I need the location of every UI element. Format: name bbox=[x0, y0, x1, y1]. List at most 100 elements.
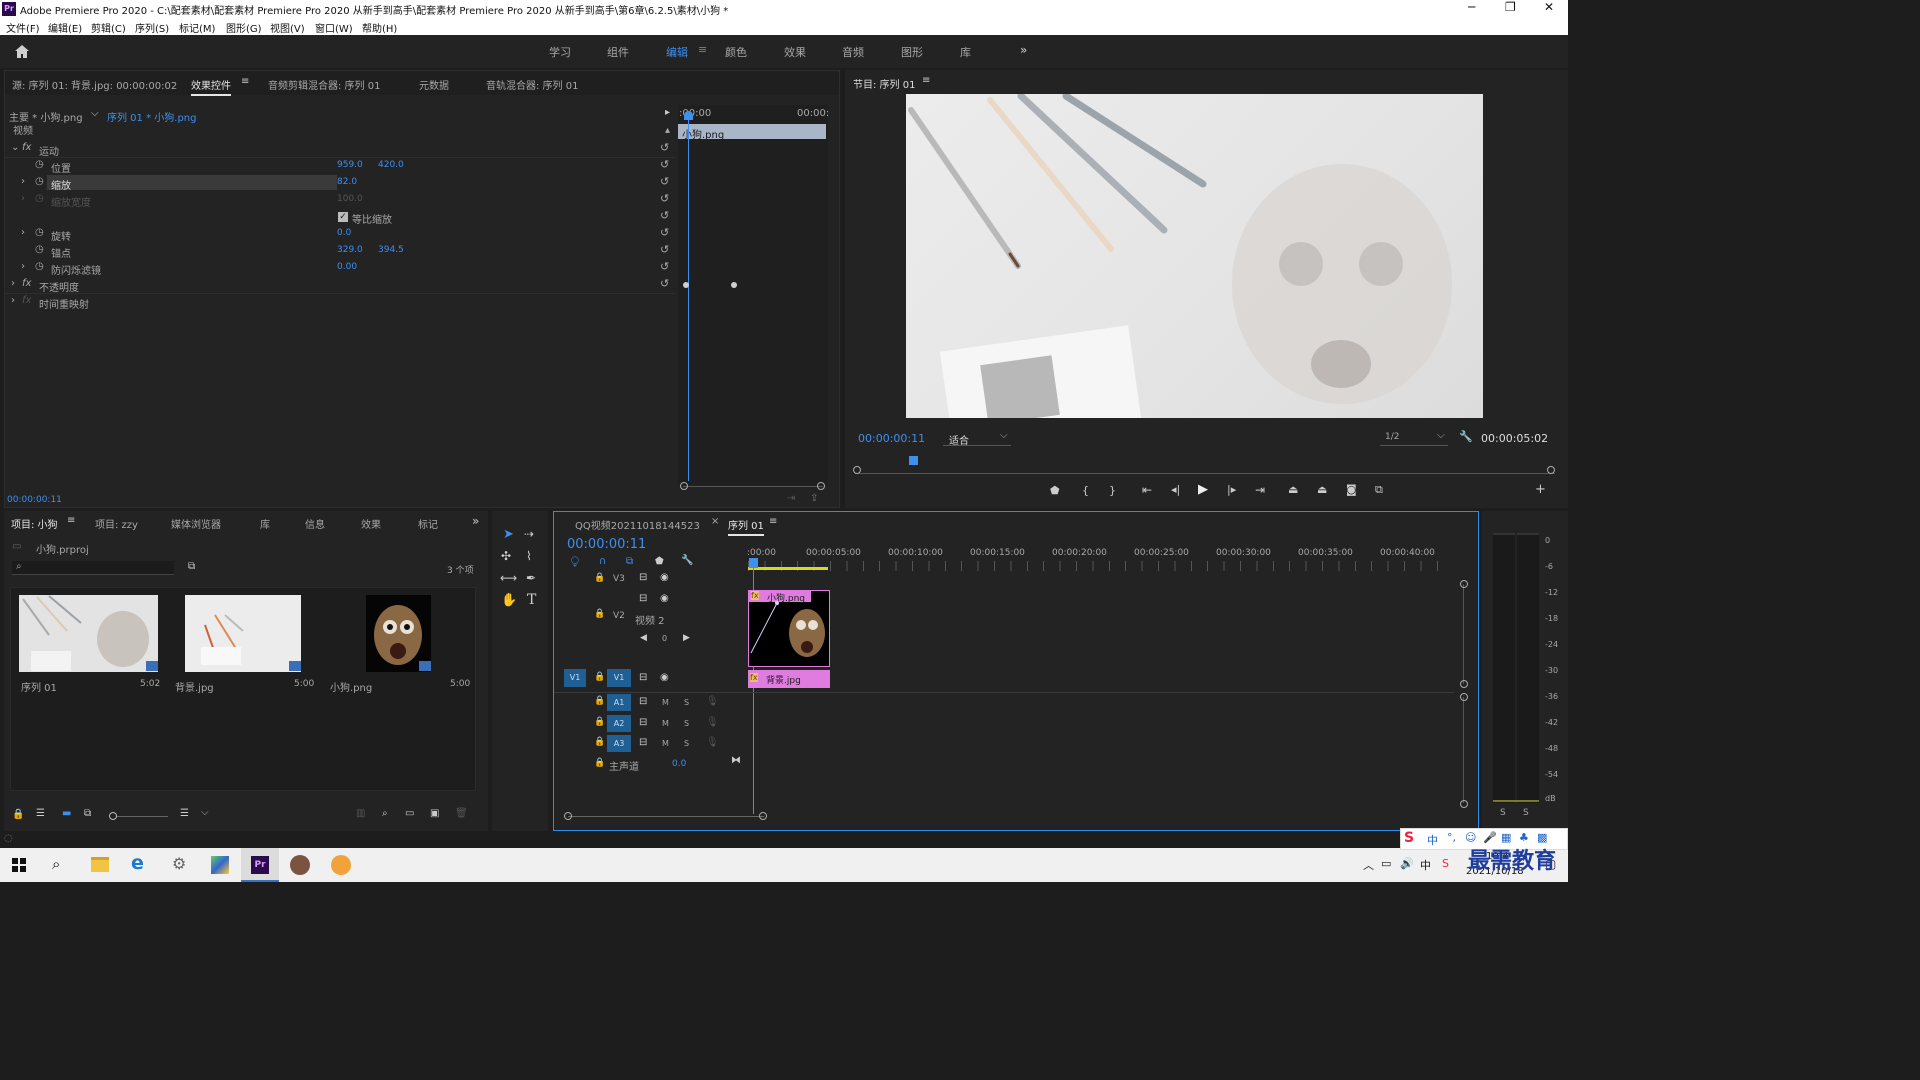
sync-lock-icon[interactable]: ⊟ bbox=[639, 696, 647, 707]
anchor-x-value[interactable]: 329.0 bbox=[337, 245, 363, 255]
eye-icon[interactable]: ◉ bbox=[660, 672, 669, 683]
source-patch-v1[interactable]: V1 bbox=[564, 669, 586, 687]
lift-icon[interactable]: ⏏ bbox=[1288, 483, 1298, 496]
tab-menu-icon[interactable]: ≡ bbox=[769, 516, 777, 527]
menu-edit[interactable]: 编辑(E) bbox=[48, 20, 82, 35]
add-marker-icon[interactable]: ⬟ bbox=[1050, 484, 1060, 497]
overflow-icon[interactable]: » bbox=[472, 514, 479, 528]
workspace-color[interactable]: 颜色 bbox=[725, 44, 747, 60]
menu-clip[interactable]: 剪辑(C) bbox=[91, 20, 126, 35]
add-marker-icon[interactable]: ⬟ bbox=[655, 556, 664, 567]
timeline-playhead-handle[interactable] bbox=[749, 558, 758, 568]
pen-tool-icon[interactable]: ✒ bbox=[526, 571, 536, 585]
stopwatch-icon[interactable]: ◷ bbox=[35, 261, 44, 272]
scale-value[interactable]: 82.0 bbox=[337, 177, 357, 187]
kf-scroll-handle[interactable] bbox=[817, 482, 825, 490]
sync-lock-icon[interactable]: ⊟ bbox=[639, 672, 647, 683]
stopwatch-icon[interactable]: ◷ bbox=[35, 227, 44, 238]
camera-icon[interactable]: ◙ bbox=[1346, 483, 1357, 496]
sequence-clip-label[interactable]: 序列 01 * 小狗.png bbox=[107, 109, 196, 124]
lock-icon[interactable]: 🔒 bbox=[594, 758, 605, 768]
windows-start-icon[interactable] bbox=[12, 858, 26, 872]
thumbnail-dog[interactable] bbox=[366, 595, 431, 672]
kf-scrollbar[interactable] bbox=[683, 486, 823, 487]
freeform-view-icon[interactable]: ⧉ bbox=[84, 808, 91, 819]
tray-chevron-icon[interactable]: ︿ bbox=[1363, 857, 1374, 873]
keyframe-marker[interactable] bbox=[731, 282, 737, 288]
position-x-value[interactable]: 959.0 bbox=[337, 160, 363, 170]
program-timecode[interactable]: 00:00:00:11 bbox=[858, 432, 925, 445]
menu-graphics[interactable]: 图形(G) bbox=[226, 20, 262, 35]
volume-icon[interactable]: 🔊 bbox=[1400, 857, 1414, 870]
workspace-overflow-icon[interactable]: » bbox=[1020, 43, 1027, 57]
master-clip-label[interactable]: 主要 * 小狗.png bbox=[9, 109, 83, 124]
scroll-handle[interactable] bbox=[564, 812, 572, 820]
app-icon[interactable]: ⚙ bbox=[172, 854, 186, 873]
uniform-scale-checkbox[interactable]: ✓ bbox=[338, 212, 348, 222]
scroll-up-icon[interactable]: ▴ bbox=[665, 125, 670, 136]
tab-libraries[interactable]: 库 bbox=[260, 516, 270, 531]
step-back-icon[interactable]: ◂| bbox=[1171, 483, 1180, 496]
lock-icon[interactable]: 🔒 bbox=[594, 696, 605, 706]
tab-project[interactable]: 项目: 小狗 bbox=[11, 516, 58, 531]
program-scrubber[interactable] bbox=[855, 458, 1555, 474]
tab-effects[interactable]: 效果 bbox=[361, 516, 381, 531]
tab-effect-controls[interactable]: 效果控件 bbox=[191, 77, 231, 96]
solo-left-button[interactable]: S bbox=[1500, 808, 1506, 818]
scroll-handle[interactable] bbox=[1460, 580, 1468, 588]
tab-menu-icon[interactable]: ≡ bbox=[67, 515, 75, 526]
new-item-icon[interactable]: ▣ bbox=[430, 808, 439, 819]
mark-in-icon[interactable]: { bbox=[1082, 484, 1089, 497]
go-to-out-icon[interactable]: ⇥ bbox=[1255, 483, 1265, 497]
prev-keyframe-icon[interactable]: ◀ bbox=[640, 633, 647, 643]
reset-icon[interactable]: ↺ bbox=[660, 226, 669, 239]
workspace-effects[interactable]: 效果 bbox=[784, 44, 806, 60]
expand-arrow-icon[interactable]: › bbox=[21, 176, 25, 187]
tab-info[interactable]: 信息 bbox=[305, 516, 325, 531]
add-button-icon[interactable]: + bbox=[1535, 482, 1546, 497]
keyframe-value[interactable]: 0 bbox=[662, 634, 667, 643]
reset-icon[interactable]: ↺ bbox=[660, 277, 669, 290]
workspace-assembly[interactable]: 组件 bbox=[607, 44, 629, 60]
work-area-bar[interactable] bbox=[748, 567, 828, 570]
tab-metadata[interactable]: 元数据 bbox=[419, 77, 449, 92]
workspace-learn[interactable]: 学习 bbox=[549, 44, 571, 60]
avatar[interactable] bbox=[290, 855, 310, 875]
nest-icon[interactable]: ⧬ bbox=[571, 556, 579, 567]
ime-indicator[interactable]: 中 bbox=[1420, 857, 1431, 873]
reset-icon[interactable]: ↺ bbox=[660, 260, 669, 273]
audio-vertical-scrollbar[interactable] bbox=[1463, 697, 1464, 803]
reset-icon[interactable]: ↺ bbox=[660, 192, 669, 205]
icon-view-icon[interactable]: ▬ bbox=[62, 808, 71, 819]
new-bin-search-icon[interactable]: ⧉ bbox=[188, 561, 195, 572]
solo-button[interactable]: S bbox=[684, 739, 689, 748]
lock-icon[interactable]: 🔒 bbox=[12, 809, 24, 820]
mute-button[interactable]: M bbox=[662, 698, 669, 707]
snap-icon[interactable]: ∩ bbox=[599, 556, 606, 567]
wrench-icon[interactable]: 🔧 bbox=[681, 555, 693, 566]
play-only-icon[interactable]: ▸ bbox=[665, 107, 670, 118]
chevron-down-icon[interactable]: ⌵ bbox=[91, 108, 99, 119]
expand-arrow-icon[interactable]: › bbox=[11, 295, 15, 306]
chevron-down-icon[interactable]: ⌵ bbox=[201, 807, 209, 818]
file-explorer-icon[interactable] bbox=[91, 857, 109, 872]
sogou-icon[interactable]: S bbox=[1442, 857, 1449, 870]
lock-icon[interactable]: 🔒 bbox=[594, 609, 605, 619]
search-input[interactable] bbox=[12, 561, 174, 575]
mark-out-icon[interactable]: } bbox=[1109, 484, 1116, 497]
menu-view[interactable]: 视图(V) bbox=[270, 20, 305, 35]
vertical-scrollbar[interactable] bbox=[1463, 584, 1464, 684]
workspace-graphics[interactable]: 图形 bbox=[901, 44, 923, 60]
keyframe-marker[interactable] bbox=[683, 282, 689, 288]
search-icon[interactable]: ⌕ bbox=[52, 855, 60, 873]
linked-select-icon[interactable]: ⧉ bbox=[626, 556, 633, 567]
microphone-icon[interactable]: 🎙 bbox=[706, 696, 719, 707]
workspace-menu-icon[interactable]: ≡ bbox=[698, 43, 707, 56]
sync-lock-icon[interactable]: ⊟ bbox=[639, 572, 647, 583]
video-frame[interactable] bbox=[906, 94, 1483, 418]
selection-tool-icon[interactable]: ➤ bbox=[503, 527, 514, 542]
new-bin-icon[interactable]: ▭ bbox=[405, 808, 414, 819]
tab-audio-track-mixer[interactable]: 音轨混合器: 序列 01 bbox=[486, 77, 578, 92]
tab-source[interactable]: 源: 序列 01: 背景.jpg: 00:00:00:02 bbox=[12, 77, 177, 92]
reset-icon[interactable]: ↺ bbox=[660, 158, 669, 171]
